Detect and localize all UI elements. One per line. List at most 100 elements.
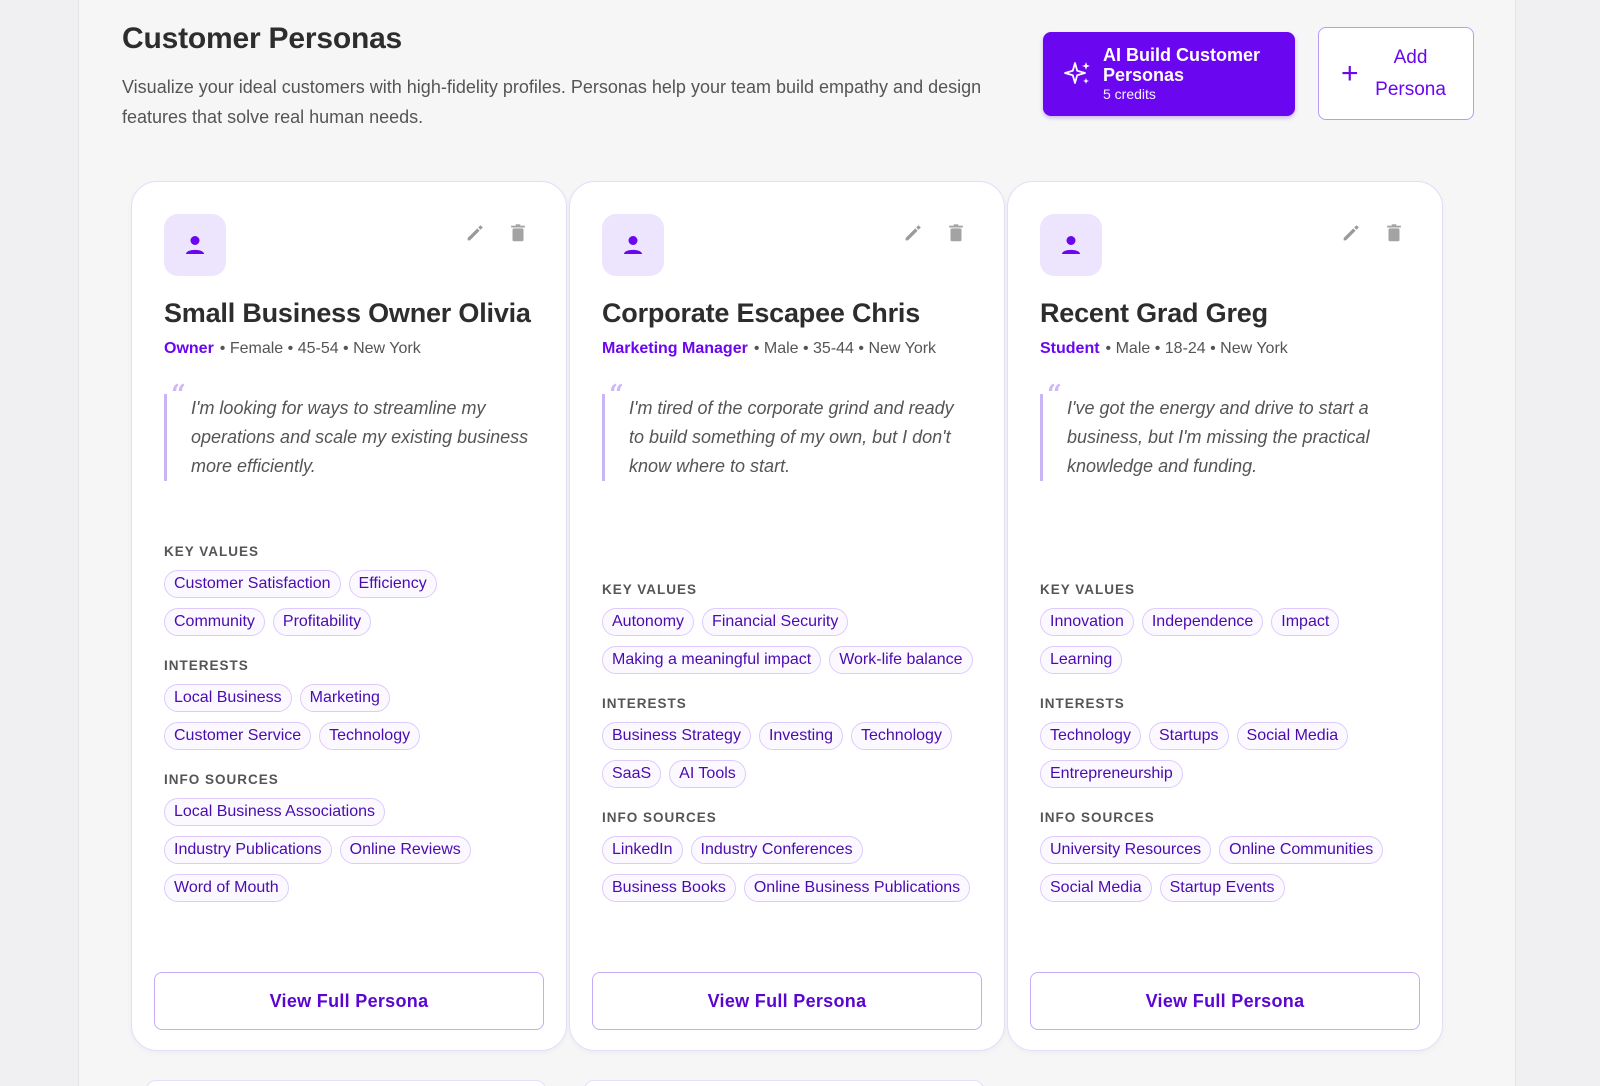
view-full-persona-button[interactable]: View Full Persona <box>592 972 982 1030</box>
section-heading: KEY VALUES <box>1040 582 1136 597</box>
section-heading: KEY VALUES <box>602 582 698 597</box>
section-heading: INTERESTS <box>1040 696 1125 711</box>
persona-role: Marketing Manager <box>602 340 748 357</box>
info-source-tag: Online Reviews <box>339 836 471 864</box>
info-source-tag: Word of Mouth <box>164 874 289 902</box>
interest-tag: Business Strategy <box>602 722 751 750</box>
key-value-tag: Learning <box>1040 646 1123 674</box>
interest-tag: SaaS <box>602 760 662 788</box>
persona-quote: “ I'm tired of the corporate grind and r… <box>602 380 972 481</box>
interests-tags: Business Strategy Investing Technology SaaS… <box>602 722 982 788</box>
interest-tag: Technology <box>319 722 421 750</box>
page-description: Visualize your ideal customers with high… <box>122 77 982 127</box>
quote-text: I've got the energy and drive to start a… <box>1067 398 1370 476</box>
info-sources-section: INFO SOURCES Local Business Associations… <box>164 772 544 902</box>
plus-icon: + <box>1341 56 1359 90</box>
trash-icon[interactable] <box>507 222 529 244</box>
section-heading: INTERESTS <box>602 696 687 711</box>
info-sources-tags: Local Business Associations Industry Publ… <box>164 798 544 902</box>
person-icon <box>186 236 204 254</box>
persona-card: Corporate Escapee Chris Marketing Manage… <box>569 181 1005 1051</box>
interests-section: INTERESTS Technology Startups Social Media… <box>1040 696 1420 788</box>
key-values-tags: Customer Satisfaction Efficiency Community… <box>164 570 544 636</box>
view-full-persona-button[interactable]: View Full Persona <box>154 972 544 1030</box>
persona-demographics: • Male • 18-24 • New York <box>1105 340 1288 357</box>
interests-section: INTERESTS Business Strategy Investing Tech… <box>602 696 982 788</box>
info-source-tag: Social Media <box>1040 874 1152 902</box>
quote-mark-icon: “ <box>609 380 624 410</box>
persona-card: Small Business Owner Olivia Owner • Femal… <box>131 181 567 1051</box>
key-value-tag: Work-life balance <box>829 646 973 674</box>
key-value-tag: Impact <box>1271 608 1340 636</box>
info-source-tag: Industry Publications <box>164 836 332 864</box>
key-values-section: KEY VALUES Customer Satisfaction Efficien… <box>164 544 544 636</box>
persona-demographics: • Female • 45-54 • New York <box>219 340 421 357</box>
add-persona-label: Add Persona <box>1375 46 1446 100</box>
interest-tag: AI Tools <box>669 760 746 788</box>
info-source-tag: Online Business Publications <box>743 874 971 902</box>
key-value-tag: Making a meaningful impact <box>602 646 822 674</box>
persona-card: Recent Grad Greg Student • Male • 18-24 •… <box>1007 181 1443 1051</box>
trash-icon[interactable] <box>1383 222 1405 244</box>
info-source-tag: University Resources <box>1040 836 1212 864</box>
info-source-tag: Online Communities <box>1219 836 1384 864</box>
section-heading: INFO SOURCES <box>164 772 279 787</box>
key-value-tag: Efficiency <box>348 570 437 598</box>
info-sources-section: INFO SOURCES University Resources Online … <box>1040 810 1420 902</box>
trash-icon[interactable] <box>945 222 967 244</box>
avatar <box>602 214 664 276</box>
persona-quote: “ I'm looking for ways to streamline my … <box>164 380 534 481</box>
ai-button-label: AI Build Customer Personas <box>1103 45 1261 85</box>
quote-mark-icon: “ <box>171 380 186 410</box>
key-value-tag: Profitability <box>272 608 372 636</box>
info-source-tag: Startup Events <box>1159 874 1285 902</box>
key-value-tag: Innovation <box>1040 608 1134 636</box>
key-values-tags: Innovation Independence Impact Learning <box>1040 608 1420 674</box>
info-source-tag: Business Books <box>602 874 736 902</box>
interest-tag: Customer Service <box>164 722 312 750</box>
section-heading: INFO SOURCES <box>602 810 717 825</box>
pencil-icon[interactable] <box>1340 222 1362 244</box>
add-persona-button[interactable]: + Add Persona <box>1318 27 1474 120</box>
info-source-tag: Local Business Associations <box>164 798 385 826</box>
persona-meta: Student • Male • 18-24 • New York <box>1040 340 1288 358</box>
interest-tag: Local Business <box>164 684 292 712</box>
info-source-tag: LinkedIn <box>602 836 683 864</box>
info-source-tag: Industry Conferences <box>690 836 863 864</box>
section-heading: INFO SOURCES <box>1040 810 1155 825</box>
persona-meta: Owner • Female • 45-54 • New York <box>164 340 421 358</box>
key-values-section: KEY VALUES Innovation Independence Impact L… <box>1040 582 1420 674</box>
key-value-tag: Independence <box>1141 608 1264 636</box>
interest-tag: Entrepreneurship <box>1040 760 1183 788</box>
interest-tag: Startups <box>1148 722 1229 750</box>
persona-name: Corporate Escapee Chris <box>602 298 921 328</box>
interest-tag: Marketing <box>299 684 390 712</box>
persona-role: Student <box>1040 340 1100 357</box>
person-icon <box>1062 236 1080 254</box>
quote-text: I'm tired of the corporate grind and rea… <box>629 398 954 476</box>
persona-meta: Marketing Manager • Male • 35-44 • New Yo… <box>602 340 936 358</box>
pencil-icon[interactable] <box>902 222 924 244</box>
interest-tag: Social Media <box>1236 722 1349 750</box>
pencil-icon[interactable] <box>464 222 486 244</box>
ai-button-credits: 5 credits <box>1103 86 1156 102</box>
ai-build-personas-button[interactable]: AI Build Customer Personas 5 credits <box>1043 32 1295 116</box>
persona-name: Small Business Owner Olivia <box>164 298 531 328</box>
interests-tags: Local Business Marketing Customer Service T… <box>164 684 544 750</box>
interest-tag: Technology <box>1040 722 1141 750</box>
key-values-section: KEY VALUES Autonomy Financial Security Mak… <box>602 582 982 674</box>
avatar <box>1040 214 1102 276</box>
next-persona-card-partial <box>584 1080 984 1086</box>
key-value-tag: Financial Security <box>702 608 849 636</box>
sparkle-icon <box>1064 62 1090 84</box>
quote-mark-icon: “ <box>1047 380 1062 410</box>
info-sources-section: INFO SOURCES LinkedIn Industry Conference… <box>602 810 982 902</box>
section-heading: INTERESTS <box>164 658 249 673</box>
persona-role: Owner <box>164 340 214 357</box>
view-full-persona-button[interactable]: View Full Persona <box>1030 972 1420 1030</box>
interests-tags: Technology Startups Social Media Entreprene… <box>1040 722 1420 788</box>
person-icon <box>624 236 642 254</box>
page-header: Customer Personas Visualize your ideal c… <box>122 18 1482 138</box>
quote-text: I'm looking for ways to streamline my op… <box>191 398 529 476</box>
persona-quote: “ I've got the energy and drive to start… <box>1040 380 1410 481</box>
